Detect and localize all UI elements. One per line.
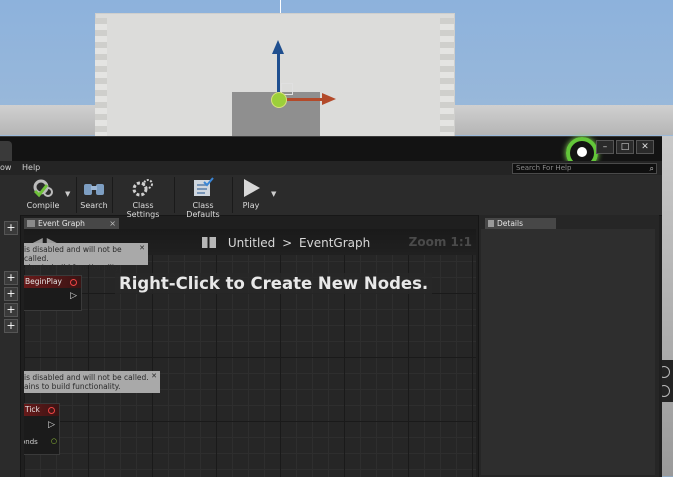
float-pin-icon[interactable]: ○ — [51, 437, 57, 445]
menu-window[interactable]: ow — [0, 163, 11, 172]
event-graph-canvas[interactable]: ◀▶ Untitled > EventGraph Zoom 1:1 is dis… — [24, 229, 476, 477]
comment-box-bottom[interactable]: is disabled and will not be called. ains… — [24, 371, 160, 393]
comment-close-icon[interactable]: ✕ — [151, 372, 157, 381]
breadcrumb-leaf[interactable]: EventGraph — [299, 236, 370, 250]
details-panel: Details — [478, 215, 659, 477]
tab-event-graph-label: Event Graph — [38, 219, 85, 228]
breadcrumb: Untitled > EventGraph — [202, 236, 370, 250]
begin-play-node[interactable]: BeginPlay ▷ — [24, 275, 82, 311]
comment-text: ains to build functionality. — [24, 382, 121, 391]
play-label: Play — [242, 201, 260, 210]
document-tab[interactable] — [0, 141, 12, 161]
blueprint-toolbar: Compile ▼ Search Class Settings Class De… — [0, 175, 662, 219]
maximize-icon[interactable]: □ — [616, 140, 634, 154]
exec-pin-icon[interactable]: ▷ — [70, 291, 77, 301]
ue-logo-icon — [577, 147, 587, 157]
window-controls: – □ ✕ — [596, 140, 654, 154]
comment-text: is disabled and will not be called. — [24, 245, 122, 263]
checklist-icon — [194, 177, 214, 196]
wall-edge-left — [95, 18, 107, 136]
toolbar-separator — [76, 177, 77, 213]
toolbar-separator — [112, 177, 113, 213]
play-icon — [244, 179, 260, 197]
blueprint-editor-window: – □ ✕ ow Help Search For Help ⌕ Compile … — [0, 136, 662, 477]
gears-icon — [132, 179, 153, 197]
gizmo-x-arrow-icon[interactable] — [322, 93, 336, 105]
event-dot-icon — [70, 279, 77, 286]
toolbar-separator — [232, 177, 233, 213]
add-dispatcher-plus-icon[interactable]: + — [4, 319, 18, 333]
details-body — [481, 229, 655, 475]
breadcrumb-separator: > — [282, 236, 293, 250]
viewport-right-edge — [662, 136, 673, 476]
blueprint-icon — [202, 237, 216, 248]
compile-button[interactable]: Compile — [24, 177, 62, 213]
comment-text: ains to build functionality. — [24, 263, 121, 272]
comment-text: is disabled and will not be called. — [24, 373, 149, 382]
event-dot-icon — [48, 407, 55, 414]
delta-seconds-label: onds — [24, 438, 38, 446]
my-blueprint-panel: + + + + + — [0, 215, 21, 477]
tab-details-label: Details — [497, 219, 524, 228]
zoom-level: Zoom 1:1 — [408, 235, 472, 249]
menu-help[interactable]: Help — [22, 163, 40, 172]
help-search-input[interactable]: Search For Help ⌕ — [512, 163, 657, 174]
breadcrumb-root[interactable]: Untitled — [228, 236, 275, 250]
minimize-icon[interactable]: – — [596, 140, 614, 154]
help-search-placeholder: Search For Help — [516, 164, 572, 172]
add-variable-plus-icon[interactable]: + — [4, 303, 18, 317]
add-graph-plus-icon[interactable]: + — [4, 221, 18, 235]
gizmo-z-arrow-icon[interactable] — [272, 40, 284, 54]
viewport-guide-line — [280, 0, 281, 14]
search-icon[interactable]: ⌕ — [650, 164, 654, 173]
class-defaults-label: Class Defaults — [186, 201, 220, 219]
close-icon[interactable]: ✕ — [636, 140, 654, 154]
comment-close-icon[interactable]: ✕ — [139, 244, 145, 253]
search-label: Search — [80, 201, 108, 210]
exec-pin-icon[interactable]: ▷ — [48, 420, 55, 430]
tab-details[interactable]: Details — [485, 218, 556, 229]
details-icon — [488, 220, 494, 227]
add-macro-plus-icon[interactable]: + — [4, 287, 18, 301]
add-function-plus-icon[interactable]: + — [4, 271, 18, 285]
class-settings-button[interactable]: Class Settings — [115, 177, 171, 219]
gizmo-center-handle[interactable] — [271, 92, 287, 108]
graph-icon — [27, 220, 35, 227]
close-icon[interactable]: × — [109, 218, 116, 229]
graph-hint: Right-Click to Create New Nodes. — [115, 273, 433, 294]
compile-icon — [33, 179, 53, 198]
tab-event-graph[interactable]: Event Graph × — [24, 218, 119, 229]
compile-options-chevron-down-icon[interactable]: ▼ — [65, 190, 70, 198]
comment-box-top[interactable]: is disabled and will not be called. ains… — [24, 243, 148, 272]
title-bar[interactable]: – □ ✕ — [0, 137, 662, 169]
play-options-chevron-down-icon[interactable]: ▼ — [271, 190, 276, 198]
play-button[interactable]: Play — [236, 177, 266, 213]
compile-label: Compile — [26, 201, 60, 210]
wall-edge-right — [440, 18, 454, 136]
toolbar-separator — [174, 177, 175, 213]
tick-node[interactable]: Tick ▷ onds ○ — [24, 403, 60, 455]
search-button[interactable]: Search — [79, 177, 109, 213]
binoculars-icon — [84, 184, 104, 195]
class-defaults-button[interactable]: Class Defaults — [177, 177, 229, 219]
class-settings-label: Class Settings — [126, 201, 160, 219]
